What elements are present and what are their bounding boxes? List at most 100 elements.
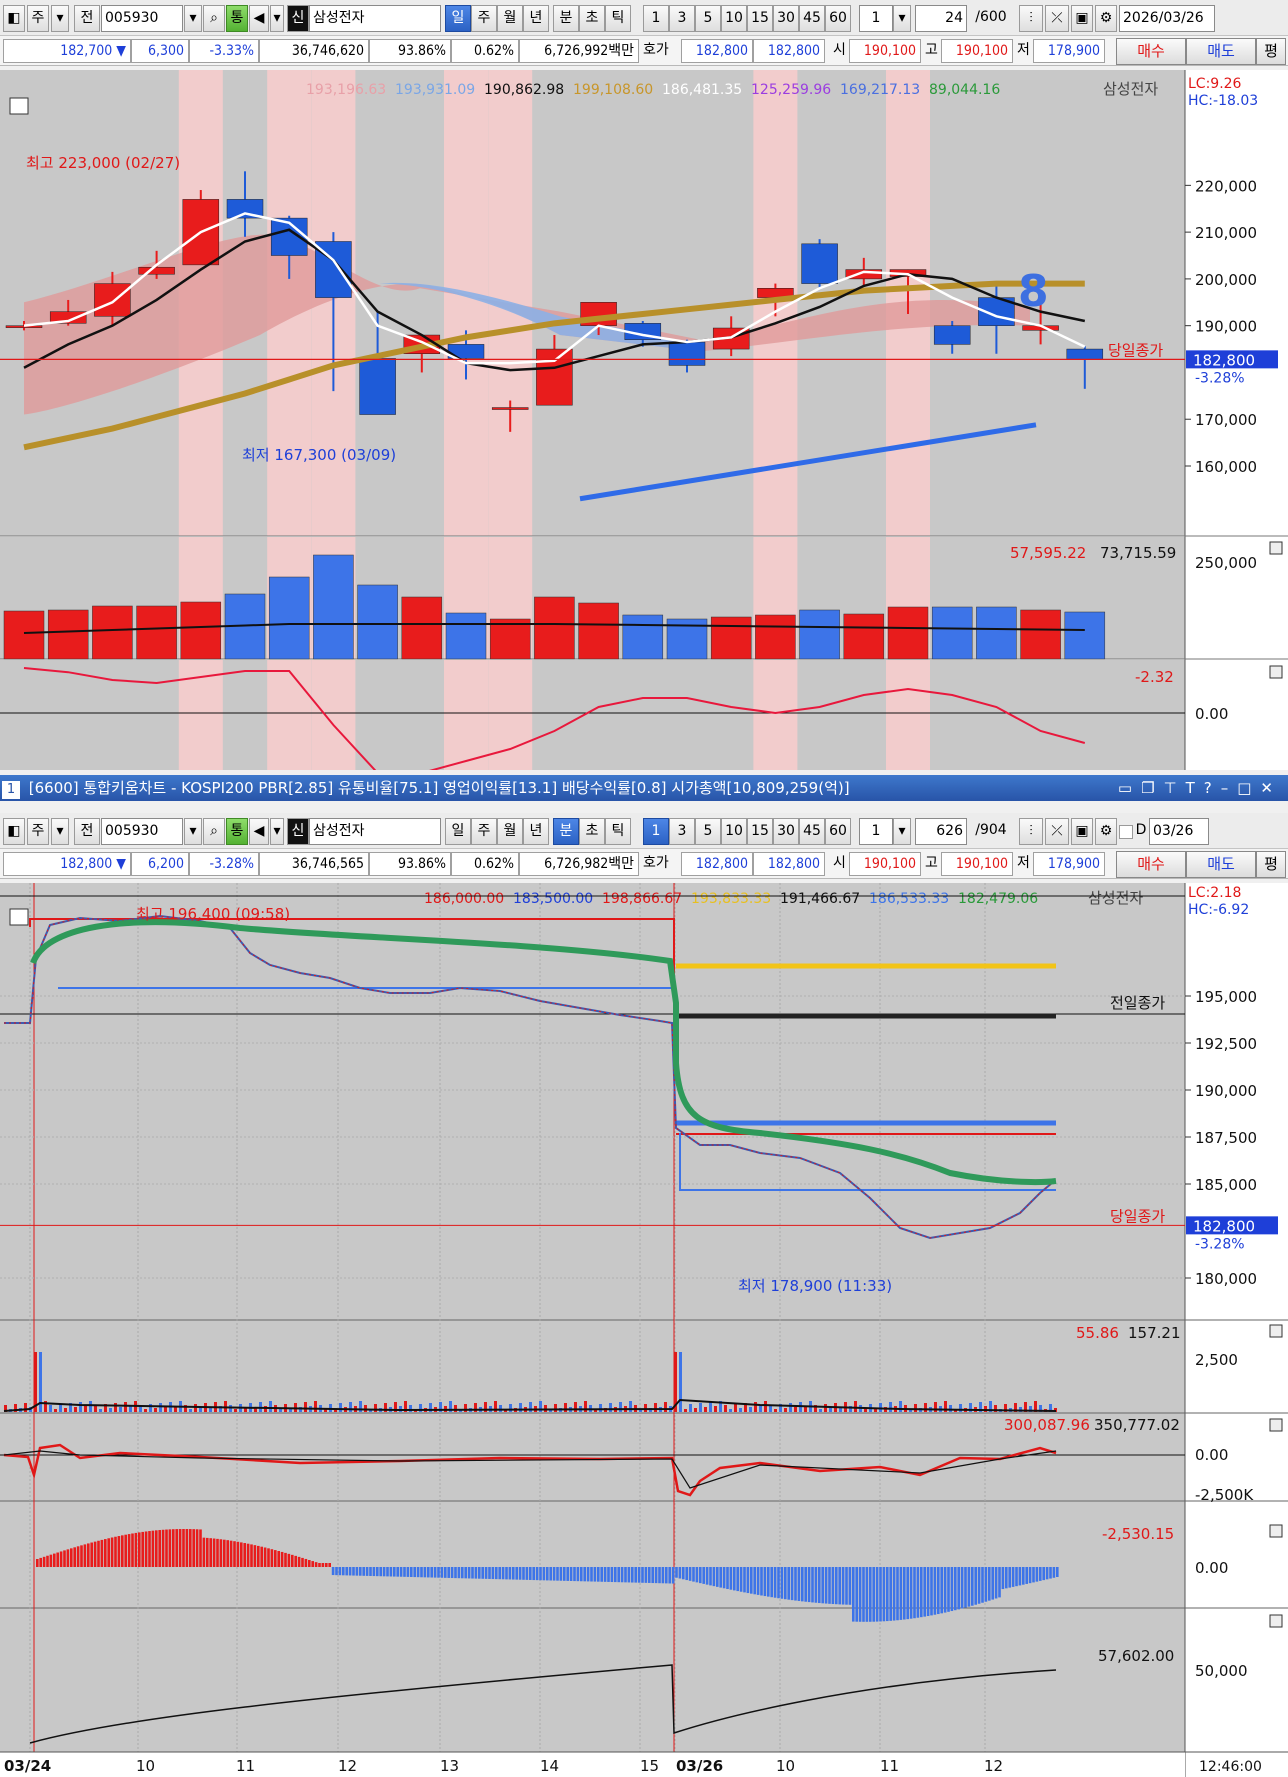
period-tab-4[interactable]: 분 (553, 818, 579, 845)
tong-button[interactable]: 통 (226, 818, 248, 845)
minimize-icon[interactable]: – (1221, 779, 1238, 797)
help-icon[interactable]: ? (1204, 779, 1221, 797)
speaker-dropdown-icon[interactable]: ▾ (270, 5, 284, 32)
interval-5[interactable]: 30 (773, 5, 799, 32)
speaker-icon[interactable]: ◀ (249, 5, 269, 32)
period-tab-1[interactable]: 주 (471, 818, 497, 845)
buy-button[interactable]: 매수 (1116, 38, 1186, 65)
restore-icon[interactable]: ❐ (1141, 779, 1163, 797)
shin-button[interactable]: 신 (287, 818, 309, 845)
gear-icon[interactable]: ⚙ (1095, 5, 1117, 32)
histogram-bar (933, 1567, 937, 1615)
period-tab-0[interactable]: 일 (445, 818, 471, 845)
draw-icon[interactable]: ⤫ (1045, 5, 1069, 32)
speaker-dropdown-icon[interactable]: ▾ (270, 818, 284, 845)
candle-icon[interactable]: ⫶ (1019, 5, 1043, 32)
unit-field[interactable]: 1 (859, 5, 893, 32)
layout-icon[interactable]: ▭ (1118, 779, 1141, 797)
code-dropdown-icon[interactable]: ▾ (184, 818, 202, 845)
interval-1[interactable]: 3 (669, 5, 695, 32)
mode-select[interactable]: 주 (27, 818, 49, 845)
period-tab-6[interactable]: 틱 (605, 818, 631, 845)
tong-button[interactable]: 통 (226, 5, 248, 32)
interval-4[interactable]: 15 (747, 5, 773, 32)
mode-dropdown-icon[interactable]: ▾ (51, 818, 69, 845)
interval-0[interactable]: 1 (643, 818, 669, 845)
period-tab-3[interactable]: 년 (523, 5, 549, 32)
open-price: 190,100 (849, 39, 921, 63)
period-tab-2[interactable]: 월 (497, 5, 523, 32)
sell-button[interactable]: 매도 (1186, 38, 1256, 65)
interval-2[interactable]: 5 (695, 818, 721, 845)
stock-name-field[interactable]: 삼성전자 (309, 5, 441, 32)
intraday-chart-svg[interactable]: 195,000 192,500 190,000 187,500 185,000 180,0… (0, 883, 1288, 1777)
count-field[interactable]: 626 (915, 818, 967, 845)
d-checkbox[interactable] (1119, 825, 1133, 839)
unit-dropdown-icon[interactable]: ▾ (893, 5, 911, 32)
sell-button[interactable]: 매도 (1186, 851, 1256, 878)
date-field[interactable]: 03/26 (1149, 818, 1209, 845)
volume-bar (534, 596, 575, 660)
window-menu-icon[interactable]: ◧ (3, 818, 25, 845)
interval-2[interactable]: 5 (695, 5, 721, 32)
chart-window-titlebar[interactable]: 1 [6600] 통합키움차트 - KOSPI200 PBR[2.85] 유통비… (0, 775, 1288, 801)
prev-button[interactable]: 전 (74, 5, 100, 32)
shin-button[interactable]: 신 (287, 5, 309, 32)
volume-bar (749, 1407, 752, 1412)
code-dropdown-icon[interactable]: ▾ (184, 5, 202, 32)
volume-legend-red: 55.86 (1076, 1324, 1119, 1342)
window-menu-icon[interactable]: ◧ (3, 5, 25, 32)
speaker-icon[interactable]: ◀ (249, 818, 269, 845)
unit-dropdown-icon[interactable]: ▾ (893, 818, 911, 845)
unit-field[interactable]: 1 (859, 818, 893, 845)
stock-code-input[interactable]: 005930 (101, 818, 183, 845)
period-tab-5[interactable]: 초 (579, 5, 605, 32)
interval-3[interactable]: 10 (721, 818, 747, 845)
maximize-icon[interactable]: □ (1237, 779, 1260, 797)
intraday-chart-area[interactable]: 195,000 192,500 190,000 187,500 185,000 180,0… (0, 883, 1288, 1777)
interval-6[interactable]: 45 (799, 818, 825, 845)
pin-icon[interactable]: ⊤ (1164, 779, 1186, 797)
period-tab-4[interactable]: 분 (553, 5, 579, 32)
stock-code-input[interactable]: 005930 (101, 5, 183, 32)
date-field[interactable]: 2026/03/26 (1119, 5, 1215, 32)
p4-collapse-icon (1269, 1524, 1283, 1538)
search-icon[interactable]: ⌕ (203, 5, 225, 32)
save-icon[interactable]: ▣ (1071, 818, 1093, 845)
period-tab-6[interactable]: 틱 (605, 5, 631, 32)
interval-1[interactable]: 3 (669, 818, 695, 845)
period-tab-0[interactable]: 일 (445, 5, 471, 32)
save-icon[interactable]: ▣ (1071, 5, 1093, 32)
count-field[interactable]: 24 (915, 5, 967, 32)
histogram-bar (1052, 1567, 1056, 1578)
gear-icon[interactable]: ⚙ (1095, 818, 1117, 845)
draw-icon[interactable]: ⤫ (1045, 818, 1069, 845)
prev-button[interactable]: 전 (74, 818, 100, 845)
close-icon[interactable]: ✕ (1260, 779, 1282, 797)
period-tab-1[interactable]: 주 (471, 5, 497, 32)
period-tab-5[interactable]: 초 (579, 818, 605, 845)
period-tab-3[interactable]: 년 (523, 818, 549, 845)
buy-button[interactable]: 매수 (1116, 851, 1186, 878)
text-icon[interactable]: T (1186, 779, 1204, 797)
daily-chart-area[interactable]: 220,000 210,000 200,000 190,000 170,000 160,0… (0, 70, 1288, 770)
eval-button[interactable]: 평 (1256, 38, 1286, 65)
interval-5[interactable]: 30 (773, 818, 799, 845)
mode-dropdown-icon[interactable]: ▾ (51, 5, 69, 32)
search-icon[interactable]: ⌕ (203, 818, 225, 845)
interval-7[interactable]: 60 (825, 818, 851, 845)
interval-7[interactable]: 60 (825, 5, 851, 32)
histogram-bar (590, 1567, 593, 1582)
interval-4[interactable]: 15 (747, 818, 773, 845)
period-tab-2[interactable]: 월 (497, 818, 523, 845)
interval-6[interactable]: 45 (799, 5, 825, 32)
histogram-bar (308, 1560, 311, 1567)
interval-3[interactable]: 10 (721, 5, 747, 32)
candle-icon[interactable]: ⫶ (1019, 818, 1043, 845)
eval-button[interactable]: 평 (1256, 851, 1286, 878)
daily-chart-svg[interactable]: 220,000 210,000 200,000 190,000 170,000 160,0… (0, 70, 1288, 770)
mode-select[interactable]: 주 (27, 5, 49, 32)
volume-bar (864, 1409, 867, 1412)
stock-name-field[interactable]: 삼성전자 (309, 818, 441, 845)
interval-0[interactable]: 1 (643, 5, 669, 32)
